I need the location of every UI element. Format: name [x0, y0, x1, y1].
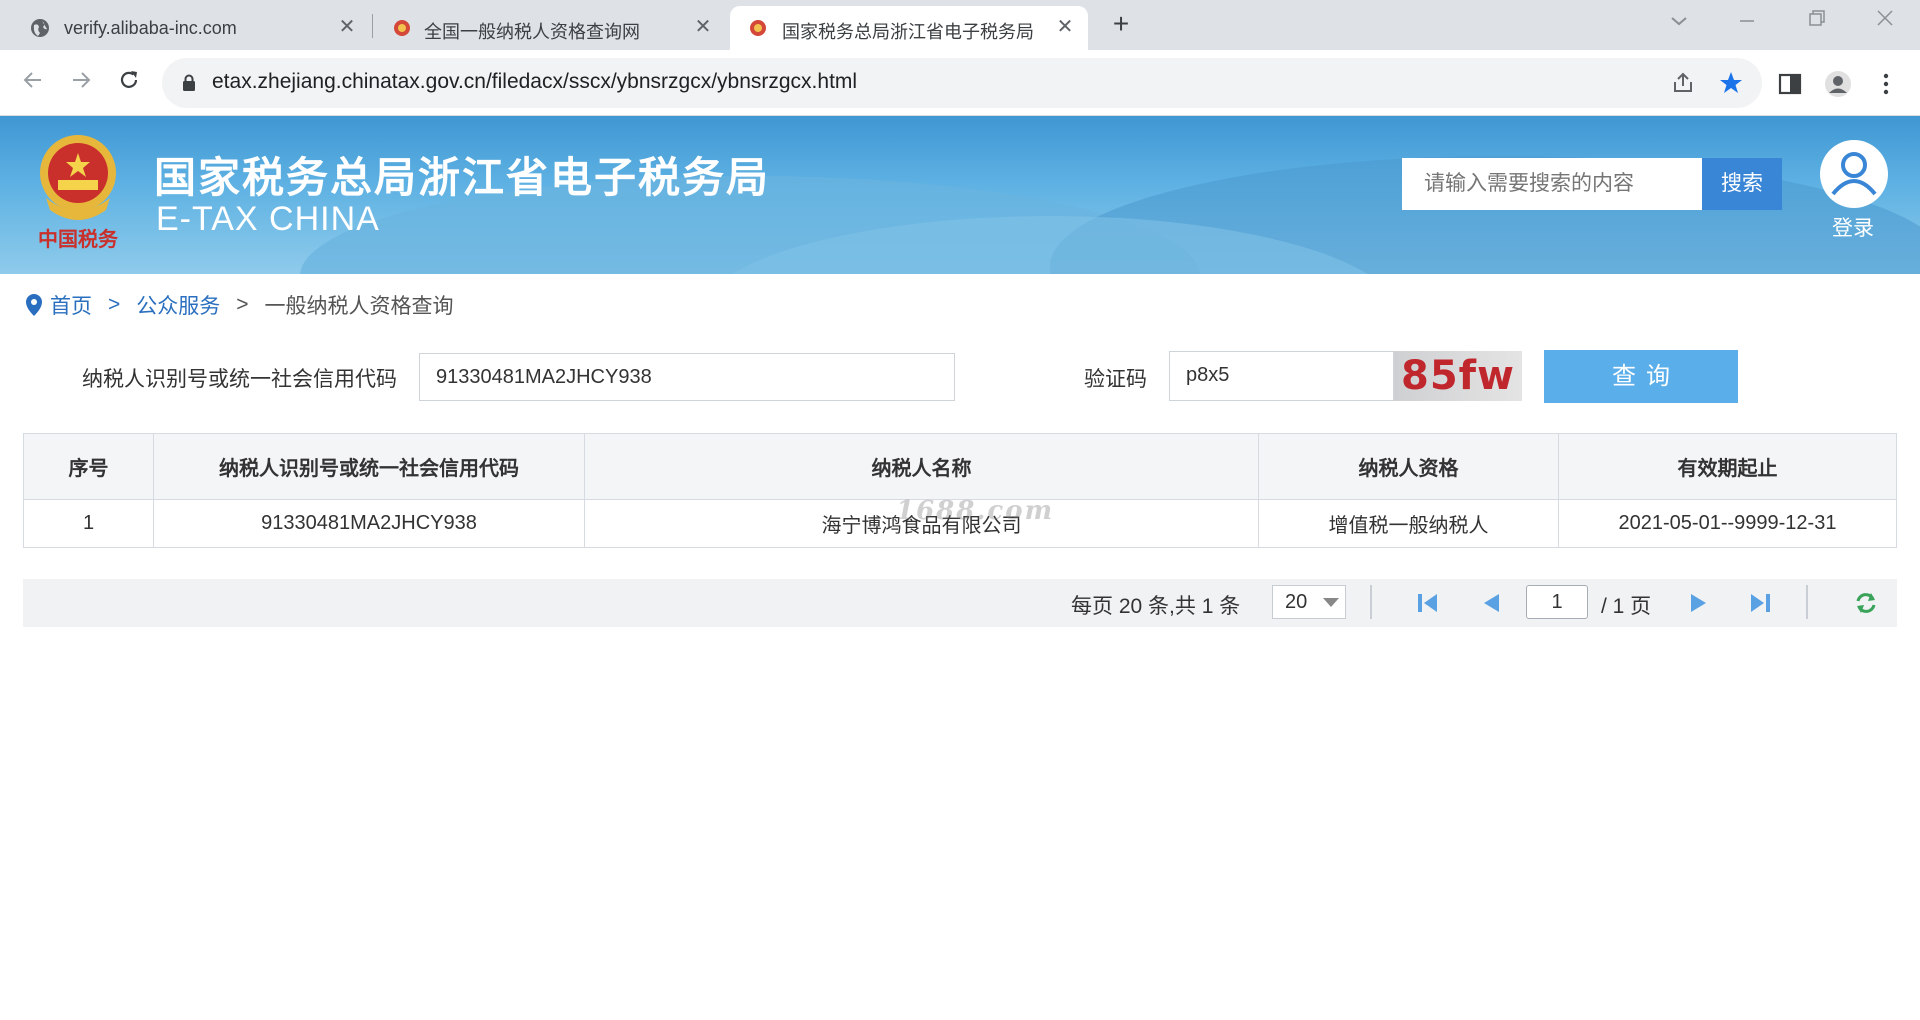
close-icon[interactable]: ✕: [692, 16, 714, 38]
page-size-value: 20: [1285, 591, 1308, 613]
current-page-input[interactable]: 1: [1526, 585, 1588, 619]
captcha-image[interactable]: 85fw: [1394, 351, 1522, 401]
reload-icon[interactable]: [112, 66, 146, 100]
result-table: 序号 纳税人识别号或统一社会信用代码 纳税人名称 纳税人资格 有效期起止 1 9…: [23, 433, 1897, 548]
refresh-icon[interactable]: [1853, 590, 1879, 616]
breadcrumb-home-link[interactable]: 首页: [50, 290, 92, 320]
page-size-select[interactable]: 20: [1272, 585, 1346, 619]
previous-page-icon[interactable]: [1479, 590, 1505, 616]
column-header-validity-period: 有效期起止: [1558, 433, 1897, 500]
column-header-taxpayer-id: 纳税人识别号或统一社会信用代码: [153, 433, 585, 500]
first-page-icon[interactable]: [1415, 590, 1441, 616]
next-page-icon[interactable]: [1685, 590, 1711, 616]
cell-validity-period: 2021-05-01--9999-12-31: [1558, 499, 1897, 548]
breadcrumb-separator: >: [236, 293, 249, 316]
last-page-icon[interactable]: [1747, 590, 1773, 616]
tab-title: verify.alibaba-inc.com: [64, 18, 237, 38]
taxpayer-id-input[interactable]: 91330481MA2JHCY938: [419, 353, 955, 401]
address-bar[interactable]: etax.zhejiang.chinatax.gov.cn/filedacx/s…: [162, 58, 1762, 108]
share-icon[interactable]: [1670, 70, 1696, 96]
globe-icon: [31, 19, 49, 37]
profile-avatar-icon[interactable]: [1824, 70, 1852, 98]
dropdown-arrow-icon: [1323, 598, 1339, 607]
column-header-qualification: 纳税人资格: [1258, 433, 1559, 500]
captcha-input[interactable]: p8x5: [1169, 351, 1394, 401]
side-panel-icon[interactable]: [1776, 70, 1804, 98]
site-subtitle: E-TAX CHINA: [156, 200, 380, 238]
browser-tab-bar: verify.alibaba-inc.com ✕ 全国一般纳税人资格查询网 ✕ …: [0, 0, 1920, 50]
restore-icon[interactable]: [1792, 6, 1842, 36]
emblem-text: 中国税务: [38, 227, 119, 251]
table-header-row: 序号 纳税人识别号或统一社会信用代码 纳税人名称 纳税人资格 有效期起止: [23, 433, 1897, 500]
minimize-icon[interactable]: [1722, 6, 1772, 36]
tab-title: 全国一般纳税人资格查询网: [424, 22, 640, 42]
forward-icon[interactable]: [64, 66, 98, 100]
url-text[interactable]: etax.zhejiang.chinatax.gov.cn/filedacx/s…: [212, 70, 857, 94]
pager-divider: [1370, 585, 1372, 619]
close-icon[interactable]: ✕: [336, 16, 358, 38]
cell-taxpayer-id: 91330481MA2JHCY938: [153, 499, 585, 548]
breadcrumb-current: 一般纳税人资格查询: [264, 295, 454, 318]
tax-emblem-icon: [750, 20, 766, 36]
breadcrumb-separator: >: [108, 293, 121, 316]
tab-alibaba-verify[interactable]: verify.alibaba-inc.com ✕: [0, 6, 372, 50]
tax-emblem-icon: [394, 20, 410, 36]
tab-divider: [372, 14, 373, 38]
site-search-input[interactable]: [1402, 158, 1702, 210]
taxpayer-id-label: 纳税人识别号或统一社会信用代码: [82, 368, 397, 391]
breadcrumb-public-service-link[interactable]: 公众服务: [136, 290, 220, 320]
china-tax-emblem-logo: 中国税务: [38, 135, 119, 251]
site-search-button[interactable]: 搜索: [1702, 158, 1782, 210]
captcha-label: 验证码: [1084, 368, 1147, 391]
pagination-bar: 每页 20 条,共 1 条 20 1 / 1 页: [23, 579, 1897, 627]
page-size-info: 每页 20 条,共 1 条: [1071, 595, 1241, 618]
column-header-index: 序号: [23, 433, 154, 500]
user-login-icon[interactable]: [1818, 138, 1890, 210]
location-pin-icon: [26, 294, 42, 316]
column-header-taxpayer-name: 纳税人名称: [584, 433, 1259, 500]
cell-qualification: 增值税一般纳税人: [1258, 499, 1559, 548]
tab-zhejiang-etax[interactable]: 国家税务总局浙江省电子税务局 ✕: [730, 6, 1088, 50]
new-tab-button[interactable]: +: [1106, 10, 1136, 40]
image-watermark: 1688.com: [896, 496, 1055, 526]
bookmark-star-icon[interactable]: [1718, 70, 1744, 96]
close-icon[interactable]: ✕: [1054, 16, 1076, 38]
login-link[interactable]: 登录: [1832, 212, 1874, 242]
tab-title: 国家税务总局浙江省电子税务局: [782, 22, 1034, 42]
total-pages-label: / 1 页: [1601, 595, 1652, 618]
tab-search-chevron-icon[interactable]: [1654, 6, 1704, 36]
browser-toolbar: etax.zhejiang.chinatax.gov.cn/filedacx/s…: [0, 50, 1920, 116]
browser-menu-icon[interactable]: [1872, 70, 1900, 98]
lock-icon: [183, 74, 195, 91]
cell-index: 1: [23, 499, 154, 548]
back-icon[interactable]: [16, 66, 50, 100]
window-close-icon[interactable]: [1860, 6, 1910, 36]
query-button[interactable]: 查询: [1544, 350, 1738, 403]
breadcrumb: 首页 > 公众服务 > 一般纳税人资格查询: [24, 290, 454, 320]
site-header-banner: 中国税务 国家税务总局浙江省电子税务局 E-TAX CHINA 搜索 登录: [0, 116, 1920, 274]
site-title: 国家税务总局浙江省电子税务局: [154, 154, 771, 201]
pager-divider: [1806, 585, 1808, 619]
tab-national-taxpayer-query[interactable]: 全国一般纳税人资格查询网 ✕: [374, 6, 730, 50]
